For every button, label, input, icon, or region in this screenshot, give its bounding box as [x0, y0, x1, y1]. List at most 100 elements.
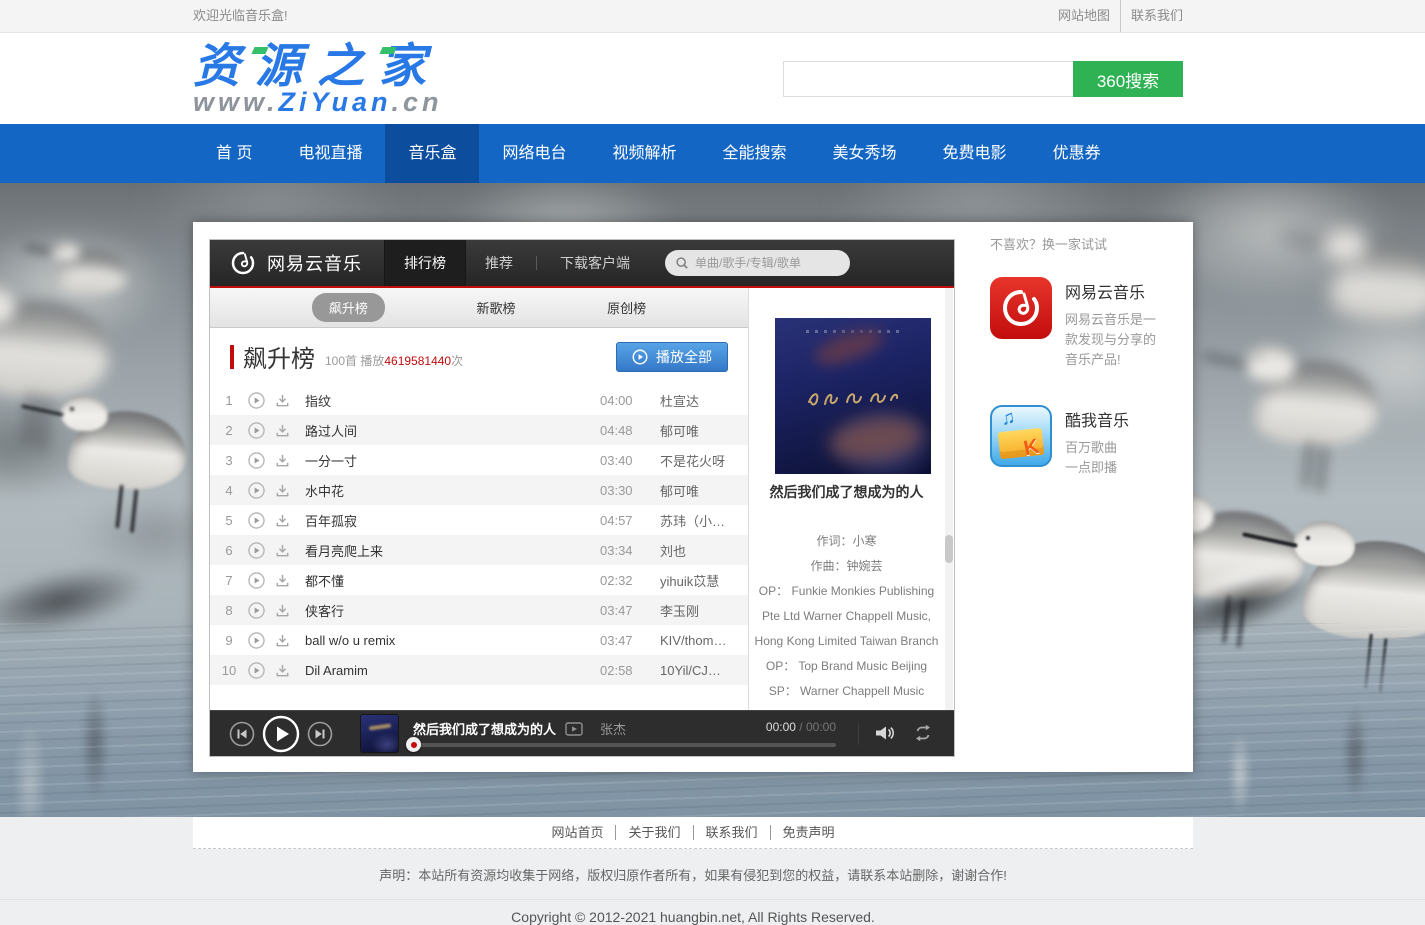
- nav-item-beauty-show[interactable]: 美女秀场: [810, 124, 920, 183]
- download-song-icon[interactable]: [274, 542, 291, 559]
- song-artist[interactable]: 苏玮（小…: [660, 511, 748, 530]
- nav-item-omni-search[interactable]: 全能搜索: [700, 124, 810, 183]
- nav-item-label: 网络电台: [502, 145, 566, 162]
- download-song-icon[interactable]: [274, 392, 291, 409]
- nav-item-web-radio[interactable]: 网络电台: [479, 124, 589, 183]
- repeat-icon[interactable]: [912, 724, 934, 742]
- song-artist[interactable]: 刘也: [660, 541, 748, 560]
- app-link-kuwo[interactable]: ♫ K 酷我音乐 百万歌曲 一点即播: [990, 405, 1185, 478]
- site-search-input[interactable]: [783, 61, 1073, 97]
- nav-item-coupon[interactable]: 优惠券: [1030, 124, 1124, 183]
- bird-silhouette: [0, 301, 110, 397]
- subtab-original[interactable]: 原创榜: [607, 298, 646, 317]
- download-song-icon[interactable]: [274, 602, 291, 619]
- song-row[interactable]: 10 Dil Aramim 02:58 10Yil/CJ…: [210, 655, 748, 685]
- download-song-icon[interactable]: [274, 662, 291, 679]
- song-title[interactable]: 一分一寸: [305, 451, 600, 470]
- site-search-button[interactable]: 360搜索: [1073, 61, 1183, 97]
- download-song-icon[interactable]: [274, 482, 291, 499]
- mv-icon[interactable]: [565, 722, 583, 736]
- song-row[interactable]: 3 一分一寸 03:40 不是花火呀: [210, 445, 748, 475]
- play-song-icon[interactable]: [248, 482, 265, 499]
- nav-item-free-movie[interactable]: 免费电影: [920, 124, 1030, 183]
- song-title[interactable]: Dil Aramim: [305, 663, 600, 678]
- sitemap-link[interactable]: 网站地图: [1048, 0, 1120, 32]
- footer-link-contact[interactable]: 联系我们: [693, 825, 770, 840]
- song-artist[interactable]: 郁可唯: [660, 421, 748, 440]
- play-song-icon[interactable]: [248, 572, 265, 589]
- song-row[interactable]: 8 侠客行 03:47 李玉刚: [210, 595, 748, 625]
- detail-scrollbar-thumb[interactable]: [945, 535, 953, 563]
- song-row[interactable]: 4 水中花 03:30 郁可唯: [210, 475, 748, 505]
- footer-link-home[interactable]: 网站首页: [539, 825, 615, 840]
- app-link-netease[interactable]: 网易云音乐 网易云音乐是一款发现与分享的音乐产品!: [990, 277, 1185, 370]
- song-artist[interactable]: 杜宣达: [660, 391, 748, 410]
- netease-brand[interactable]: 网易云音乐: [210, 248, 384, 278]
- play-song-icon[interactable]: [248, 632, 265, 649]
- volume-icon[interactable]: [874, 724, 896, 742]
- player-search-input[interactable]: [695, 256, 840, 270]
- song-title[interactable]: 路过人间: [305, 421, 600, 440]
- song-title[interactable]: 都不懂: [305, 571, 600, 590]
- detail-scrollbar-track[interactable]: [945, 288, 953, 710]
- contact-link[interactable]: 联系我们: [1120, 0, 1193, 32]
- play-song-icon[interactable]: [248, 422, 265, 439]
- previous-track-button[interactable]: [229, 721, 255, 747]
- song-row[interactable]: 7 都不懂 02:32 yihuik苡慧: [210, 565, 748, 595]
- song-artist[interactable]: yihuik苡慧: [660, 571, 748, 590]
- play-all-button[interactable]: 播放全部: [616, 342, 728, 372]
- next-track-button[interactable]: [307, 721, 333, 747]
- download-song-icon[interactable]: [274, 422, 291, 439]
- song-title[interactable]: 百年孤寂: [305, 511, 600, 530]
- song-row[interactable]: 6 看月亮爬上来 03:34 刘也: [210, 535, 748, 565]
- play-song-icon[interactable]: [248, 512, 265, 529]
- song-artist[interactable]: 郁可唯: [660, 481, 748, 500]
- song-title[interactable]: 看月亮爬上来: [305, 541, 600, 560]
- tab-recommend[interactable]: 推荐: [466, 240, 532, 286]
- song-title[interactable]: 指纹: [305, 391, 600, 410]
- song-row[interactable]: 9 ball w/o u remix 03:47 KIV/thom…: [210, 625, 748, 655]
- nav-item-video-parse[interactable]: 视频解析: [590, 124, 700, 183]
- now-playing-thumbnail[interactable]: [360, 714, 399, 753]
- song-artist[interactable]: KIV/thom…: [660, 633, 748, 648]
- song-artist[interactable]: 10Yil/CJ…: [660, 663, 748, 678]
- nav-item-tv-live[interactable]: 电视直播: [275, 124, 385, 183]
- tab-download-client[interactable]: 下载客户端: [541, 240, 649, 286]
- bird-silhouette: [55, 249, 129, 295]
- app-name[interactable]: 网易云音乐: [1065, 279, 1165, 303]
- play-button[interactable]: [262, 715, 300, 753]
- logo-domain-prefix: www.: [193, 87, 279, 117]
- song-title[interactable]: 侠客行: [305, 601, 600, 620]
- song-row[interactable]: 2 路过人间 04:48 郁可唯: [210, 415, 748, 445]
- song-title[interactable]: 水中花: [305, 481, 600, 500]
- progress-knob[interactable]: [406, 737, 421, 752]
- play-song-icon[interactable]: [248, 602, 265, 619]
- footer-link-about[interactable]: 关于我们: [615, 825, 692, 840]
- play-song-icon[interactable]: [248, 542, 265, 559]
- song-row[interactable]: 5 百年孤寂 04:57 苏玮（小…: [210, 505, 748, 535]
- play-song-icon[interactable]: [248, 452, 265, 469]
- site-search: 360搜索: [783, 61, 1183, 97]
- song-artist[interactable]: 李玉刚: [660, 601, 748, 620]
- nav-item-music-box[interactable]: 音乐盒: [385, 124, 479, 183]
- download-song-icon[interactable]: [274, 512, 291, 529]
- tab-ranking[interactable]: 排行榜: [384, 240, 466, 286]
- song-title[interactable]: ball w/o u remix: [305, 633, 600, 648]
- download-song-icon[interactable]: [274, 572, 291, 589]
- download-song-icon[interactable]: [274, 632, 291, 649]
- download-song-icon[interactable]: [274, 452, 291, 469]
- nav-item-home[interactable]: 首 页: [193, 124, 275, 183]
- footer-link-disclaimer[interactable]: 免责声明: [770, 825, 847, 840]
- subtab-soaring[interactable]: 飙升榜: [312, 293, 385, 322]
- site-logo[interactable]: 资源之家 www.ZiYuan.cn: [193, 41, 443, 115]
- now-playing-artist[interactable]: 张杰: [600, 719, 626, 738]
- subtab-new-songs[interactable]: 新歌榜: [476, 298, 515, 317]
- progress-bar[interactable]: [409, 743, 836, 747]
- play-song-icon[interactable]: [248, 392, 265, 409]
- song-artist[interactable]: 不是花火呀: [660, 451, 748, 470]
- song-row[interactable]: 1 指纹 04:00 杜宣达: [210, 385, 748, 415]
- site-logo-domain: www.ZiYuan.cn: [193, 89, 443, 115]
- play-song-icon[interactable]: [248, 662, 265, 679]
- app-name[interactable]: 酷我音乐: [1065, 407, 1165, 431]
- netease-brand-name: 网易云音乐: [267, 250, 362, 276]
